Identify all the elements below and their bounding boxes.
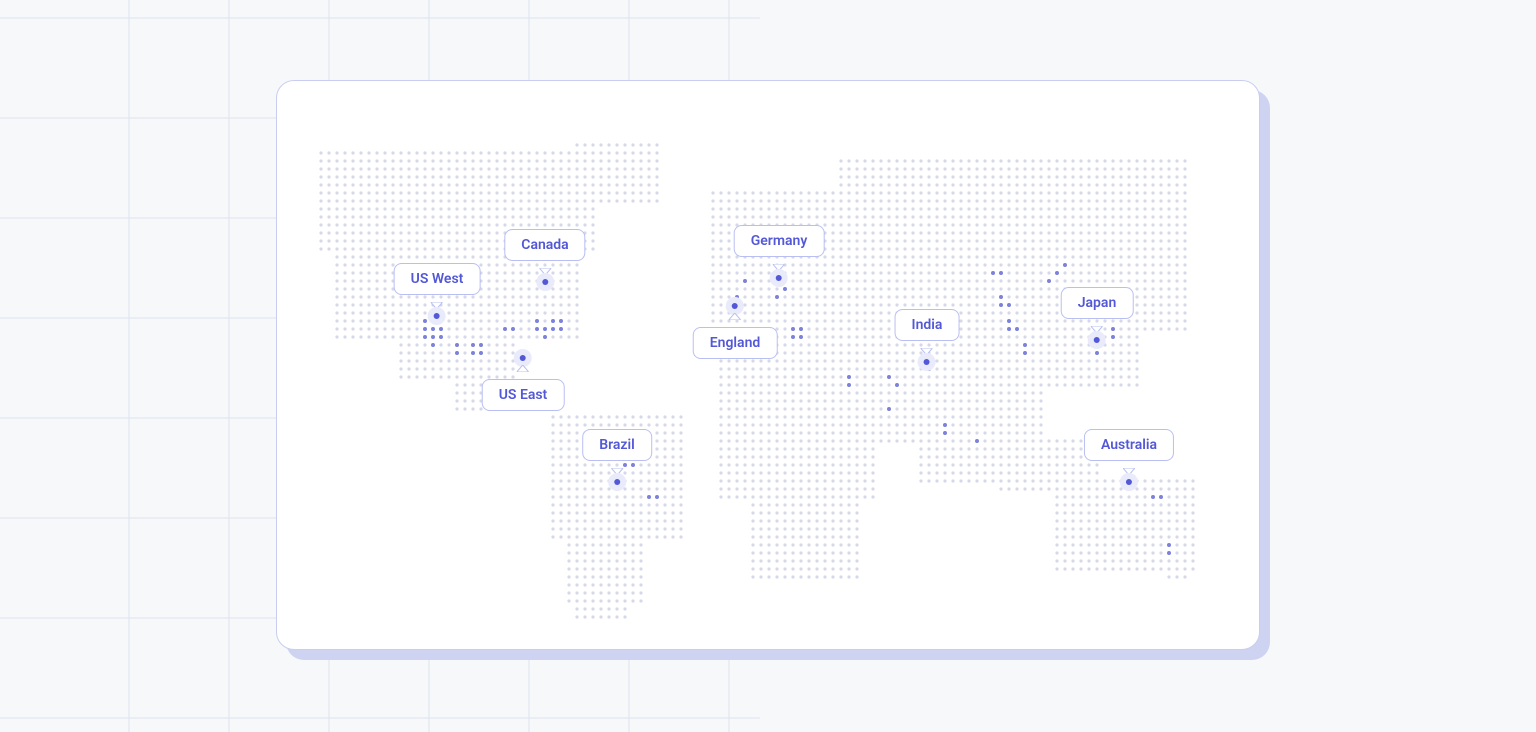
- region-pill[interactable]: Canada: [504, 229, 585, 261]
- region-label: Australia: [1101, 437, 1157, 453]
- region-pill[interactable]: US East: [482, 379, 565, 411]
- region-marker-us_east[interactable]: US East: [482, 349, 565, 411]
- region-pill[interactable]: US West: [394, 263, 481, 295]
- tooltip-pointer-icon: [773, 256, 785, 263]
- region-label: Germany: [751, 233, 808, 249]
- region-marker-england[interactable]: England: [693, 297, 778, 359]
- region-pill[interactable]: Japan: [1061, 287, 1134, 319]
- tooltip-pointer-icon: [517, 373, 529, 380]
- region-marker-india[interactable]: India: [895, 309, 960, 371]
- world-dot-map: [277, 81, 1261, 651]
- region-marker-germany[interactable]: Germany: [734, 225, 825, 287]
- region-pill[interactable]: Germany: [734, 225, 825, 257]
- tooltip-pointer-icon: [431, 294, 443, 301]
- region-dot-icon: [1088, 331, 1106, 349]
- region-pill[interactable]: Australia: [1084, 429, 1174, 461]
- region-pill[interactable]: England: [693, 327, 778, 359]
- region-marker-australia[interactable]: Australia: [1084, 429, 1174, 491]
- region-marker-us_west[interactable]: US West: [394, 263, 481, 325]
- tooltip-pointer-icon: [1123, 460, 1135, 467]
- region-pill[interactable]: Brazil: [582, 429, 652, 461]
- tooltip-pointer-icon: [729, 321, 741, 328]
- region-label: US East: [499, 387, 548, 403]
- region-marker-canada[interactable]: Canada: [504, 229, 585, 291]
- tooltip-pointer-icon: [539, 260, 551, 267]
- region-label: India: [912, 317, 943, 333]
- tooltip-pointer-icon: [921, 340, 933, 347]
- region-dot-icon: [428, 307, 446, 325]
- region-dot-icon: [608, 473, 626, 491]
- region-marker-brazil[interactable]: Brazil: [582, 429, 652, 491]
- region-dot-icon: [918, 353, 936, 371]
- tooltip-pointer-icon: [611, 460, 623, 467]
- region-dot-icon: [770, 269, 788, 287]
- map-card: US West Canada US East Brazil England Germany…: [276, 80, 1260, 650]
- region-label: Brazil: [599, 437, 635, 453]
- region-label: Canada: [521, 237, 568, 253]
- world-map: US West Canada US East Brazil England Germany…: [277, 81, 1259, 649]
- region-dot-icon: [536, 273, 554, 291]
- region-label: US West: [411, 271, 464, 287]
- region-label: England: [710, 335, 761, 351]
- tooltip-pointer-icon: [1091, 318, 1103, 325]
- region-marker-japan[interactable]: Japan: [1061, 287, 1134, 349]
- region-label: Japan: [1078, 295, 1117, 311]
- region-pill[interactable]: India: [895, 309, 960, 341]
- region-dot-icon: [1120, 473, 1138, 491]
